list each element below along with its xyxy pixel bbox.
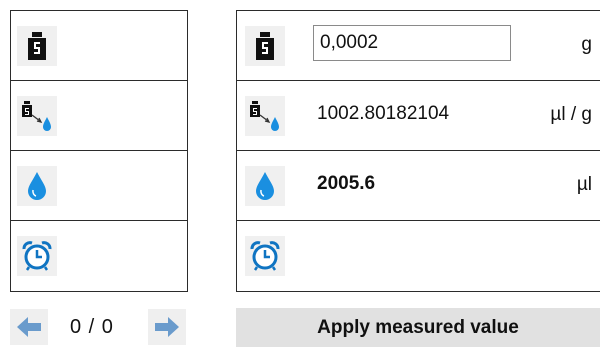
density-icon — [245, 96, 285, 136]
drop-icon — [17, 166, 57, 206]
density-value: 1002.80182104 — [317, 103, 450, 124]
prev-button[interactable] — [10, 309, 48, 345]
left-row-weight — [11, 11, 187, 81]
left-row-time — [11, 221, 187, 291]
alarm-clock-icon — [245, 236, 285, 276]
right-row-density: 1002.80182104 µl / g — [237, 81, 600, 151]
density-unit: µl / g — [550, 104, 592, 125]
volume-unit: µl — [576, 174, 592, 195]
right-row-weight: g — [237, 11, 600, 81]
weight-input[interactable] — [313, 25, 511, 61]
left-row-volume — [11, 151, 187, 221]
drop-icon — [245, 166, 285, 206]
right-panel: g 1002.80182104 µl / g 2005.6 µl — [236, 10, 600, 292]
weight-icon — [245, 26, 285, 66]
alarm-clock-icon — [17, 236, 57, 276]
arrow-right-icon — [155, 317, 179, 337]
left-panel — [10, 10, 188, 292]
next-button[interactable] — [148, 309, 186, 345]
record-counter: 0 / 0 — [70, 316, 114, 338]
apply-measured-value-button[interactable]: Apply measured value — [236, 308, 600, 347]
arrow-left-icon — [17, 317, 41, 337]
right-row-time — [237, 221, 600, 291]
weight-icon — [17, 26, 57, 66]
density-icon — [17, 96, 57, 136]
left-row-density — [11, 81, 187, 151]
weight-unit: g — [581, 34, 592, 55]
volume-value: 2005.6 — [317, 173, 376, 194]
record-navigation: 0 / 0 — [10, 309, 188, 347]
right-row-volume: 2005.6 µl — [237, 151, 600, 221]
